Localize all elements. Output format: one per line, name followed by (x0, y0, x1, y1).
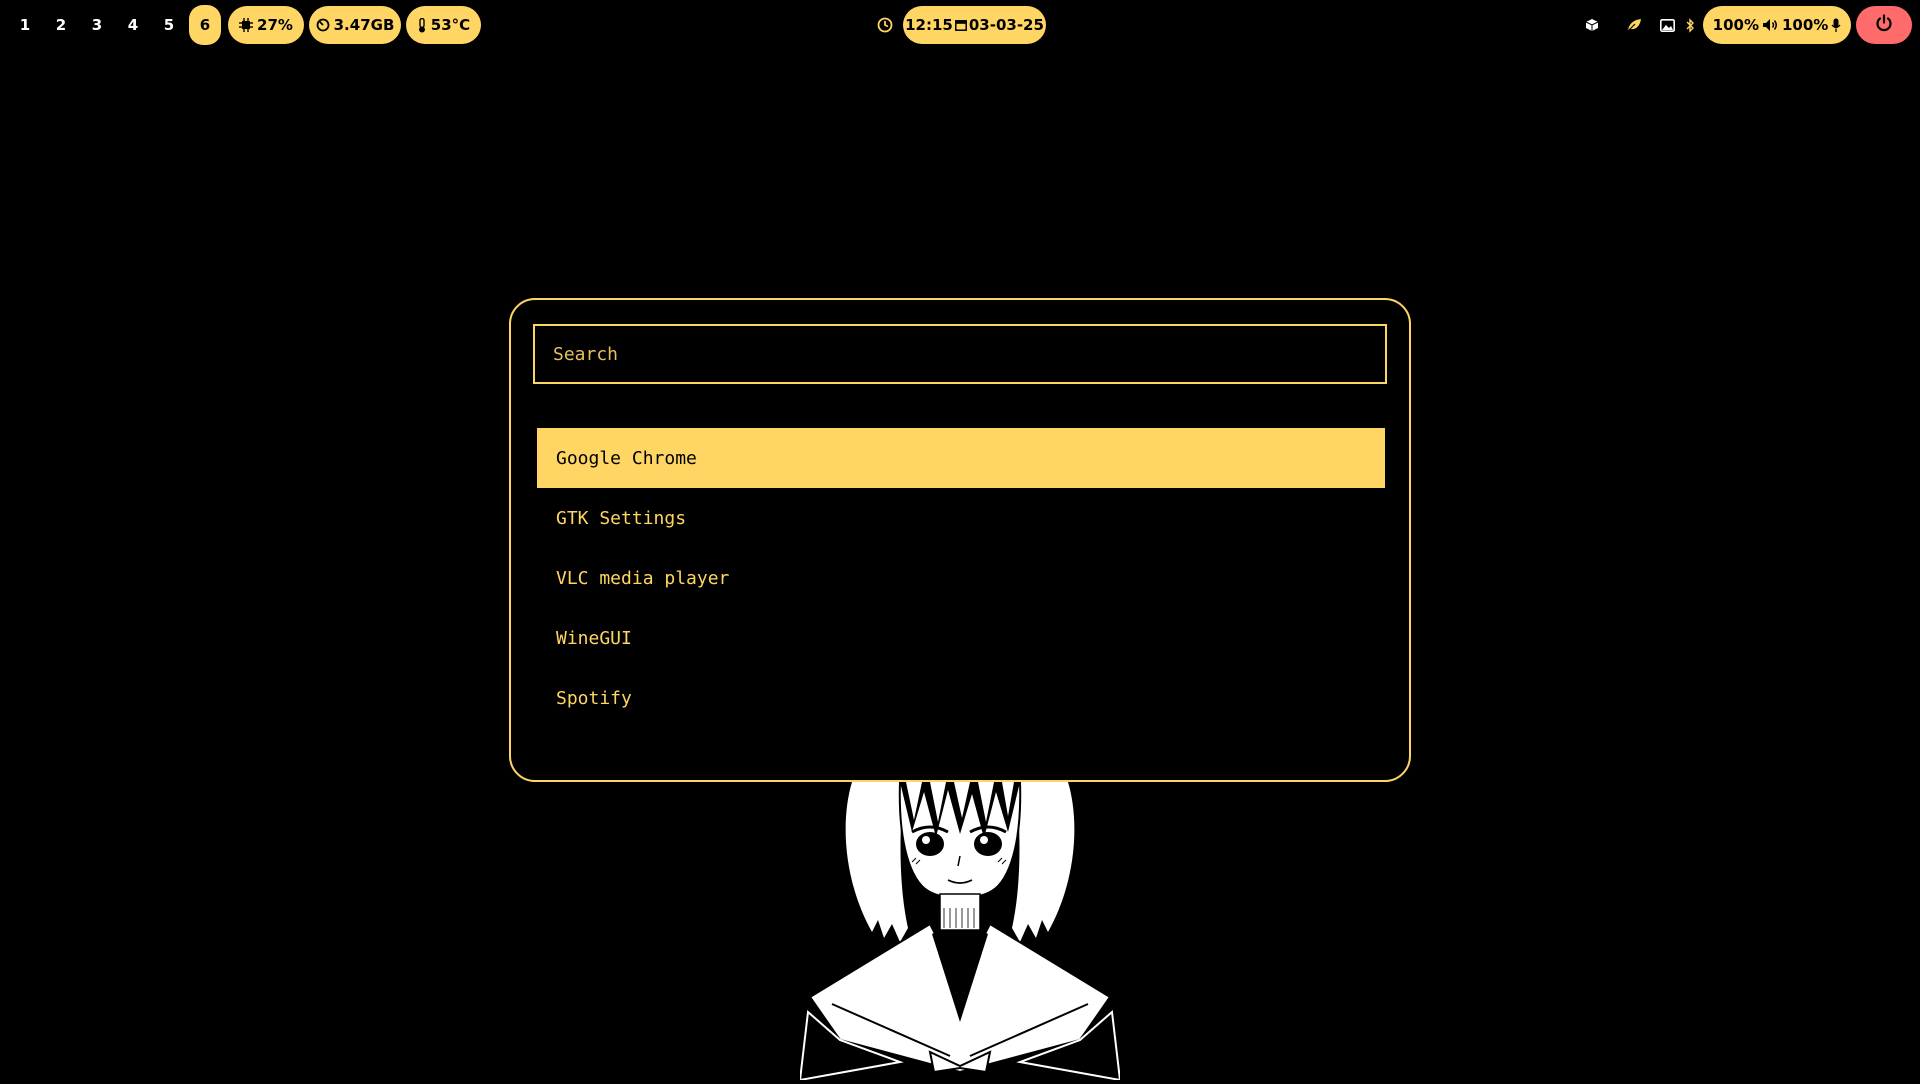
calendar-icon (954, 19, 967, 31)
power-button[interactable] (1856, 6, 1912, 44)
package-icon[interactable] (1582, 14, 1602, 36)
workspace-4-button[interactable]: 4 (117, 5, 149, 45)
temperature-widget[interactable]: 53°C (406, 6, 481, 44)
power-icon (1875, 14, 1893, 36)
top-bar: 1 2 3 4 5 6 27% 3.47GB 53°C 12:15 03-03-… (0, 0, 1920, 50)
audio-brightness-widget[interactable]: 100% 100% (1703, 6, 1851, 44)
volume-value: 100% (1782, 16, 1829, 34)
wallpaper-illustration (798, 781, 1122, 1084)
workspace-2-button[interactable]: 2 (45, 5, 77, 45)
workspace-3-button[interactable]: 3 (81, 5, 113, 45)
search-input[interactable] (535, 343, 1385, 365)
workspace-5-button[interactable]: 5 (153, 5, 185, 45)
result-item-spotify[interactable]: Spotify (537, 668, 1385, 728)
cpu-value: 27% (257, 16, 293, 34)
clock-icon (875, 14, 895, 36)
workspace-6-button[interactable]: 6 (189, 5, 221, 45)
result-item-gtk-settings[interactable]: GTK Settings (537, 488, 1385, 548)
clock-time: 12:15 (905, 16, 953, 34)
cpu-widget[interactable]: 27% (228, 6, 304, 44)
workspace-1-button[interactable]: 1 (9, 5, 41, 45)
clock-widget[interactable]: 12:15 03-03-25 (903, 6, 1046, 44)
bluetooth-icon[interactable] (1680, 14, 1700, 36)
thermometer-icon (417, 17, 427, 33)
brightness-value: 100% (1712, 16, 1759, 34)
result-item-winegui[interactable]: WineGUI (537, 608, 1385, 668)
temperature-value: 53°C (430, 16, 471, 34)
memory-value: 3.47GB (333, 16, 395, 34)
microphone-icon (1831, 18, 1841, 33)
volume-icon (1762, 18, 1779, 32)
search-box[interactable] (533, 324, 1387, 384)
memory-icon (316, 18, 330, 32)
leaf-icon[interactable] (1624, 14, 1644, 36)
image-icon[interactable] (1657, 14, 1677, 36)
results-list: Google Chrome GTK Settings VLC media pla… (537, 428, 1385, 728)
cpu-icon (239, 18, 254, 32)
clock-date: 03-03-25 (968, 16, 1044, 34)
result-item-vlc[interactable]: VLC media player (537, 548, 1385, 608)
memory-widget[interactable]: 3.47GB (309, 6, 401, 44)
app-launcher: Google Chrome GTK Settings VLC media pla… (509, 298, 1411, 782)
result-item-google-chrome[interactable]: Google Chrome (537, 428, 1385, 488)
